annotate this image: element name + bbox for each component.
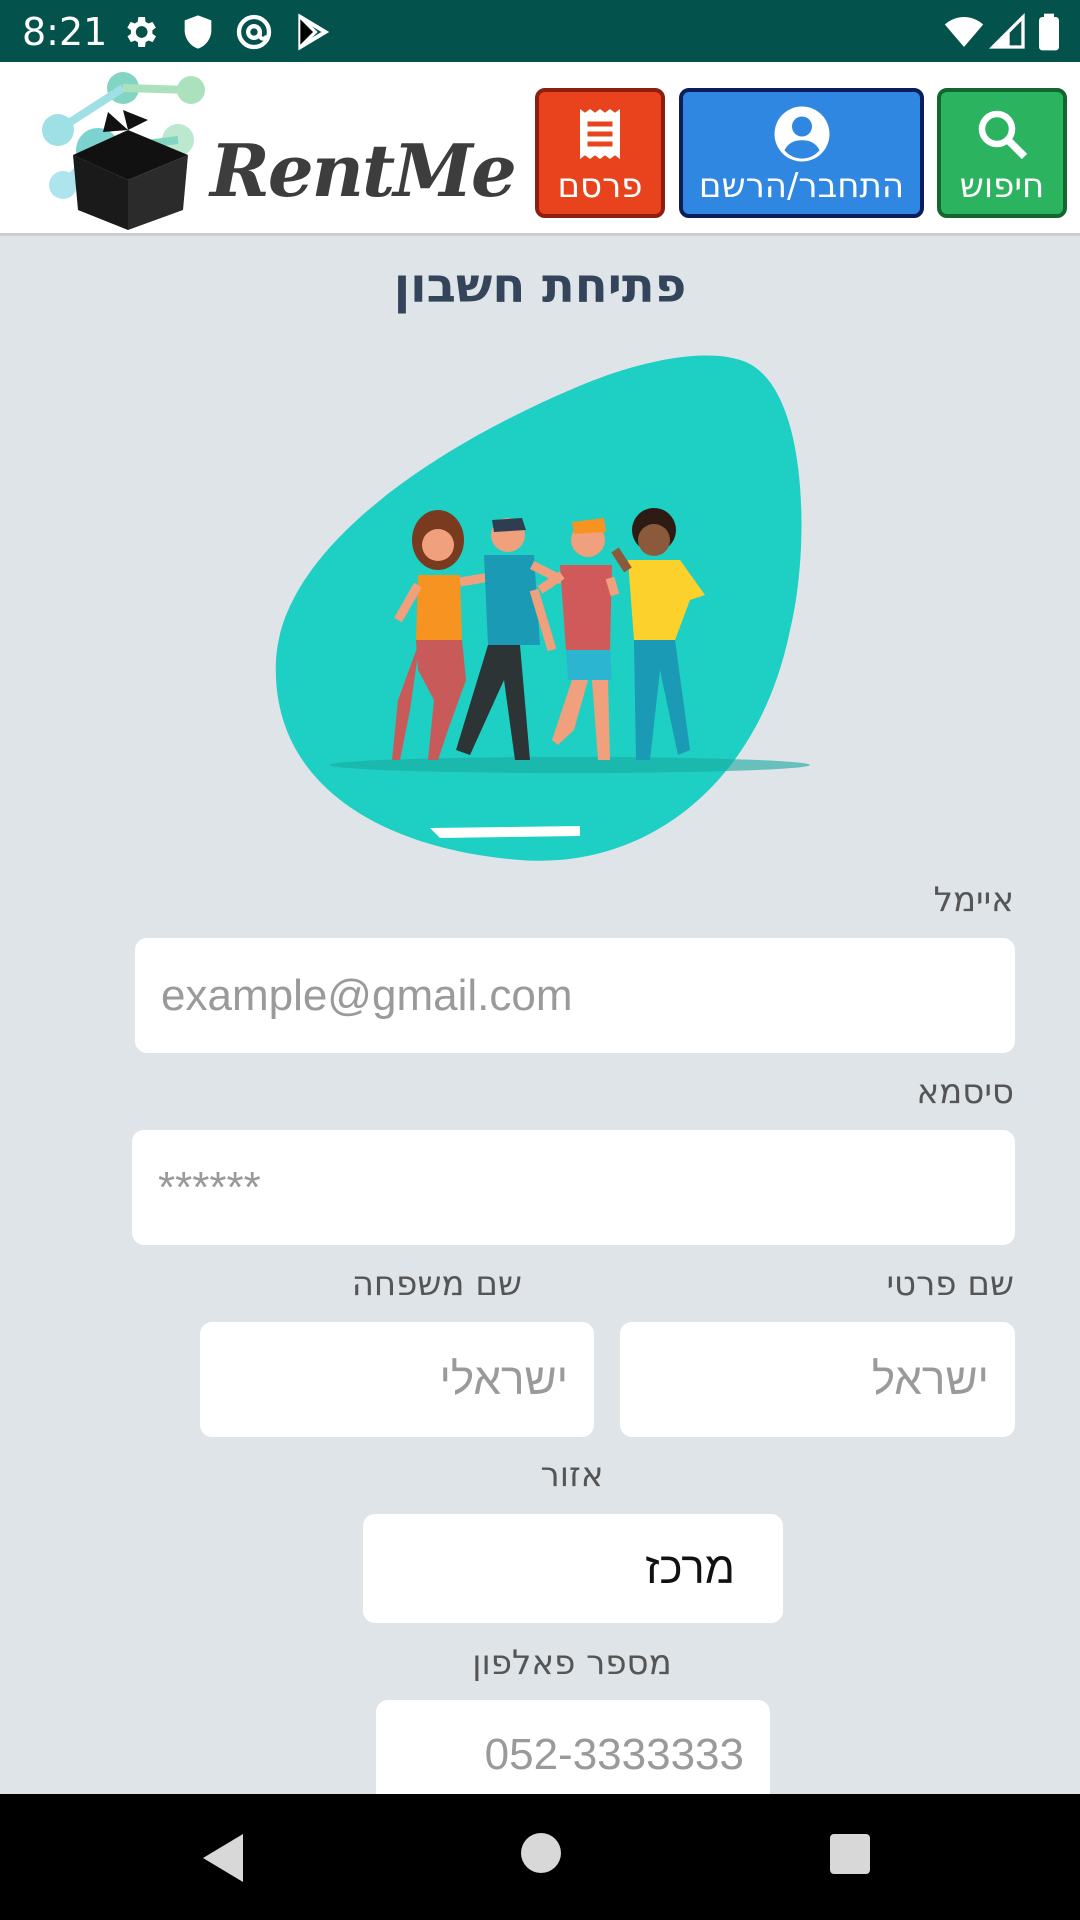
region-label: אזור	[540, 1455, 604, 1495]
system-nav-bar	[0, 1794, 1080, 1920]
gear-icon	[127, 17, 156, 47]
wifi-icon	[944, 17, 984, 47]
friends-illustration	[275, 355, 810, 861]
region-select[interactable]: מרכז	[363, 1514, 783, 1623]
battery-icon	[1039, 13, 1059, 51]
publish-label: פרסם	[557, 166, 643, 206]
search-button[interactable]: חיפוש	[937, 88, 1067, 218]
logo-text: RentMe	[210, 128, 517, 213]
search-label: חיפוש	[959, 166, 1045, 206]
password-field[interactable]: ******	[132, 1130, 1015, 1245]
email-label: איימל	[933, 880, 1014, 920]
search-icon	[978, 110, 1028, 160]
receipt-icon	[580, 109, 620, 159]
password-placeholder: ******	[158, 1162, 261, 1212]
publish-button[interactable]: פרסם	[535, 88, 665, 218]
region-value: מרכז	[645, 1543, 735, 1593]
first-name-placeholder: ישראל	[871, 1354, 989, 1404]
account-circle-icon	[774, 106, 829, 162]
password-label: סיסמא	[916, 1072, 1014, 1112]
phone-placeholder: 052-3333333	[484, 1730, 744, 1779]
signal-icon	[988, 12, 1025, 49]
app-header: RentMe פרסם התחבר/הרשם חיפוש	[0, 62, 1080, 236]
recent-apps-icon[interactable]	[830, 1834, 870, 1874]
last-name-placeholder: ישראלי	[439, 1354, 568, 1404]
page-title: פתיחת חשבון	[393, 258, 687, 314]
home-icon[interactable]	[521, 1833, 561, 1873]
status-time: 8:21	[22, 10, 108, 54]
at-circle-icon	[236, 14, 272, 50]
status-bar: 8:21	[0, 0, 1080, 62]
play-store-icon	[298, 13, 330, 51]
email-field[interactable]: example@gmail.com	[135, 938, 1015, 1053]
email-placeholder: example@gmail.com	[161, 970, 573, 1020]
last-name-field[interactable]: ישראלי	[200, 1322, 594, 1437]
phone-label: מספר פאלפון	[472, 1643, 672, 1683]
login-register-button[interactable]: התחבר/הרשם	[679, 88, 924, 218]
last-name-label: שם משפחה	[351, 1264, 522, 1304]
first-name-label: שם פרטי	[886, 1264, 1014, 1304]
login-register-label: התחבר/הרשם	[698, 166, 905, 206]
shield-icon	[184, 15, 212, 49]
rentme-logo[interactable]: RentMe	[28, 70, 517, 230]
back-icon[interactable]	[203, 1834, 243, 1882]
first-name-field[interactable]: ישראל	[620, 1322, 1015, 1437]
